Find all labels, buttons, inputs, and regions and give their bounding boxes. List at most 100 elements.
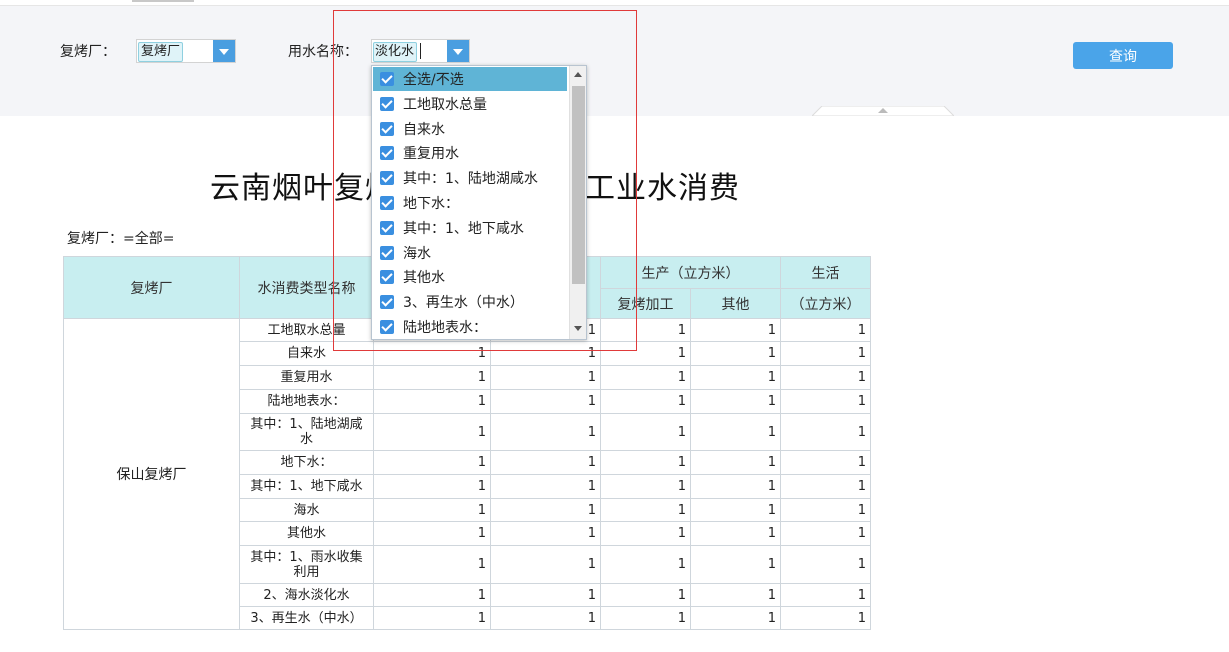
category-cell: 其中：1、雨水收集利用 — [239, 545, 374, 584]
value-cell: 1 — [690, 318, 781, 342]
checkbox-checked-icon[interactable] — [380, 72, 394, 86]
category-cell: 3、再生水（中水） — [239, 606, 374, 630]
text-caret — [420, 43, 421, 59]
chevron-down-icon[interactable] — [447, 40, 469, 62]
chevron-down-icon[interactable] — [213, 40, 235, 62]
collapse-panel-tab[interactable] — [812, 106, 954, 116]
scroll-up-icon[interactable] — [570, 66, 586, 83]
checkbox-checked-icon[interactable] — [380, 171, 394, 186]
value-cell: 1 — [690, 341, 781, 366]
value-cell: 1 — [373, 545, 491, 584]
value-cell: 1 — [490, 606, 601, 630]
value-cell: 1 — [490, 498, 601, 522]
value-cell: 1 — [600, 498, 691, 522]
value-cell: 1 — [780, 318, 871, 342]
value-cell: 1 — [600, 583, 691, 607]
header-living: 生活 — [780, 256, 871, 289]
header-category: 水消费类型名称 — [239, 256, 374, 319]
header-other: 其他 — [690, 288, 781, 319]
factory-label: 复烤厂： — [60, 44, 116, 60]
scroll-down-icon[interactable] — [570, 320, 586, 337]
value-cell: 1 — [600, 341, 691, 366]
dropdown-option[interactable]: 重复用水 — [373, 141, 567, 165]
value-cell: 1 — [600, 521, 691, 546]
checkbox-checked-icon[interactable] — [380, 121, 394, 136]
dropdown-option[interactable]: 地下水： — [373, 191, 567, 215]
query-button[interactable]: 查询 — [1073, 42, 1173, 69]
dropdown-option-label: 自来水 — [403, 121, 445, 138]
category-cell: 工地取水总量 — [239, 318, 374, 342]
value-cell: 1 — [600, 606, 691, 630]
category-cell: 2、海水淡化水 — [239, 583, 374, 607]
checkbox-checked-icon[interactable] — [380, 146, 394, 161]
value-cell: 1 — [490, 341, 601, 366]
checkbox-checked-icon[interactable] — [380, 320, 394, 334]
report-title-left: 云南烟叶复烤 — [210, 171, 396, 206]
value-cell: 1 — [373, 583, 491, 607]
dropdown-scrollbar[interactable] — [569, 66, 586, 339]
dropdown-select-all[interactable]: 全选/不选 — [373, 67, 567, 91]
checkbox-checked-icon[interactable] — [380, 270, 394, 285]
value-cell: 1 — [373, 606, 491, 630]
value-cell: 1 — [373, 389, 491, 414]
dropdown-option-label: 工地取水总量 — [403, 96, 487, 113]
value-cell: 1 — [780, 450, 871, 475]
value-cell: 1 — [780, 498, 871, 522]
value-cell: 1 — [780, 606, 871, 630]
value-cell: 1 — [690, 389, 781, 414]
value-cell: 1 — [600, 450, 691, 475]
value-cell: 1 — [490, 474, 601, 499]
factory-combo[interactable]: 复烤厂 — [136, 39, 236, 63]
value-cell: 1 — [780, 583, 871, 607]
value-cell: 1 — [690, 545, 781, 584]
header-living-unit: （立方米） — [780, 288, 871, 319]
dropdown-option[interactable]: 工地取水总量 — [373, 92, 567, 116]
dropdown-option-label: 地下水： — [403, 196, 459, 212]
value-cell: 1 — [490, 365, 601, 390]
dropdown-option-label: 其他水 — [403, 270, 445, 287]
category-cell: 陆地地表水： — [239, 389, 374, 414]
dropdown-option-label: 其中：1、地下咸水 — [403, 220, 524, 237]
category-cell: 其中：1、陆地湖咸水 — [239, 413, 374, 451]
value-cell: 1 — [490, 450, 601, 475]
value-cell: 1 — [600, 365, 691, 390]
value-cell: 1 — [373, 498, 491, 522]
dropdown-option[interactable]: 自来水 — [373, 117, 567, 141]
value-cell: 1 — [373, 450, 491, 475]
value-cell: 1 — [373, 474, 491, 499]
value-cell: 1 — [780, 545, 871, 584]
value-cell: 1 — [780, 413, 871, 451]
value-cell: 1 — [373, 365, 491, 390]
header-production: 生产（立方米） — [600, 256, 781, 289]
checkbox-checked-icon[interactable] — [380, 196, 394, 210]
report-filter-summary: 复烤厂：=全部= — [67, 231, 175, 247]
value-cell: 1 — [600, 413, 691, 451]
value-cell: 1 — [490, 389, 601, 414]
water-name-selected-tag: 淡化水 — [373, 42, 417, 62]
dropdown-option[interactable]: 海水 — [373, 241, 567, 265]
category-cell: 地下水： — [239, 450, 374, 475]
value-cell: 1 — [373, 521, 491, 546]
value-cell: 1 — [780, 521, 871, 546]
dropdown-option[interactable]: 陆地地表水： — [373, 315, 567, 339]
checkbox-checked-icon[interactable] — [380, 96, 394, 111]
value-cell: 1 — [690, 474, 781, 499]
dropdown-option[interactable]: 其中：1、陆地湖咸水 — [373, 166, 567, 190]
checkbox-checked-icon[interactable] — [380, 295, 394, 310]
header-reprocess: 复烤加工 — [600, 288, 691, 319]
top-tab-indicator — [132, 0, 194, 2]
checkbox-checked-icon[interactable] — [380, 245, 394, 260]
value-cell: 1 — [600, 545, 691, 584]
dropdown-option[interactable]: 其中：1、地下咸水 — [373, 216, 567, 240]
value-cell: 1 — [690, 583, 781, 607]
checkbox-checked-icon[interactable] — [380, 220, 394, 235]
dropdown-option-label: 重复用水 — [403, 146, 459, 163]
category-cell: 重复用水 — [239, 365, 374, 390]
water-name-combo[interactable]: 淡化水 — [371, 39, 470, 63]
dropdown-option-label: 其中：1、陆地湖咸水 — [403, 171, 538, 188]
value-cell: 1 — [690, 413, 781, 451]
value-cell: 1 — [490, 545, 601, 584]
dropdown-option[interactable]: 其他水 — [373, 265, 567, 289]
scrollbar-thumb[interactable] — [572, 86, 585, 284]
dropdown-option[interactable]: 3、再生水（中水） — [373, 290, 567, 314]
